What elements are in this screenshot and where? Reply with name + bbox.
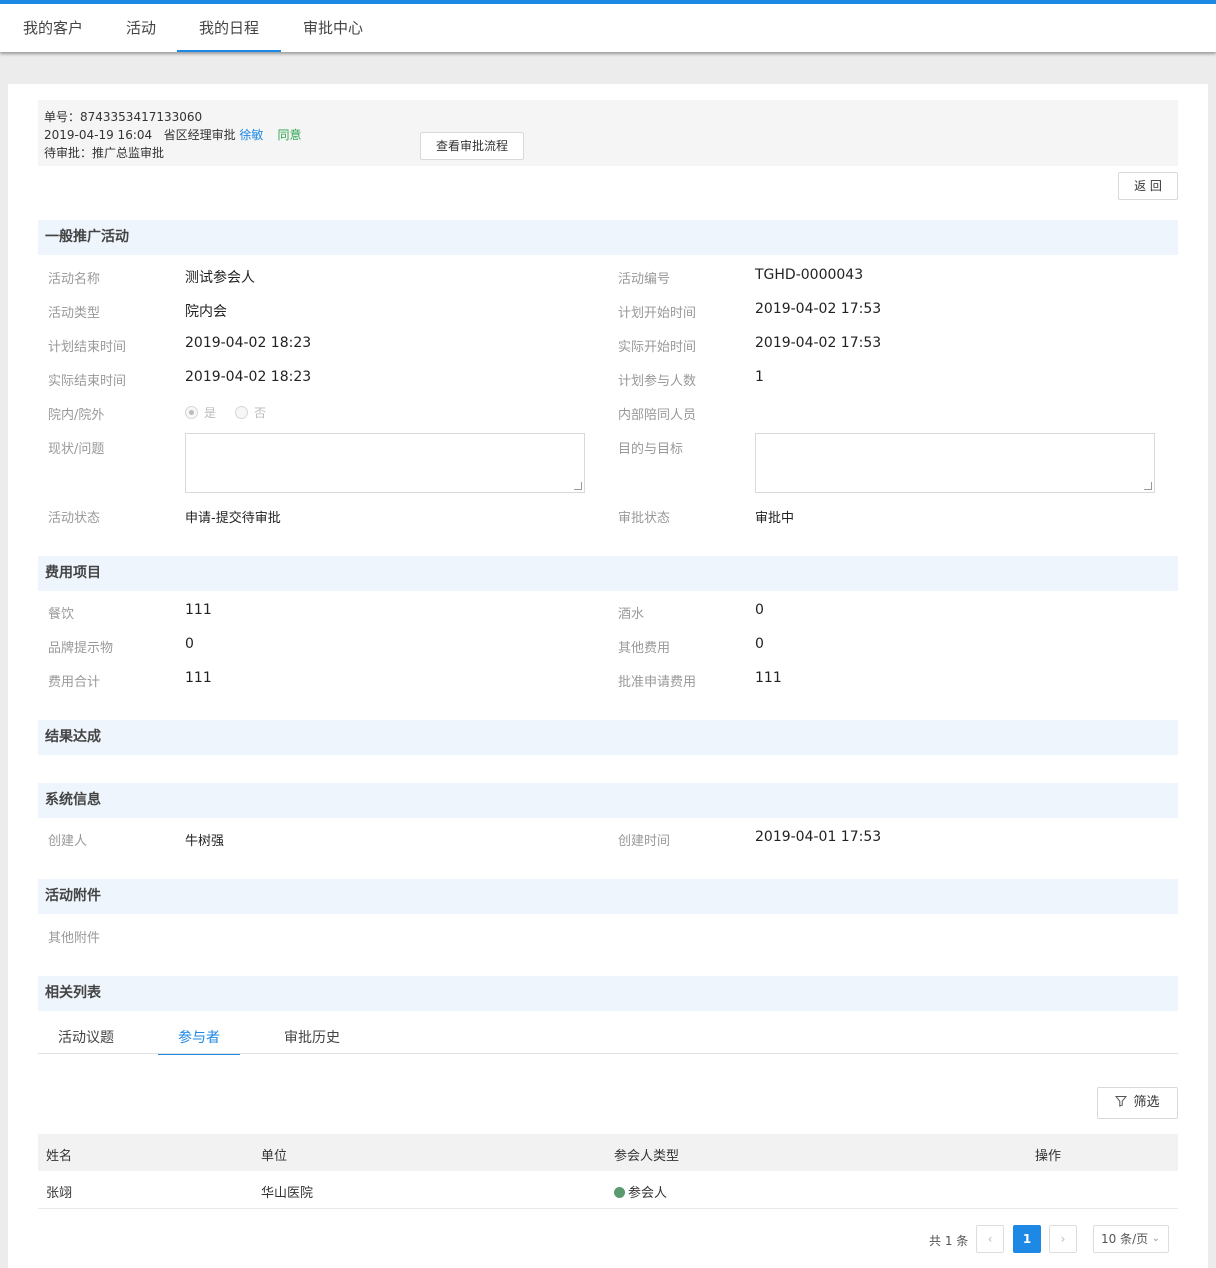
value-total-cost: 111 xyxy=(185,670,212,686)
view-approval-flow-button[interactable]: 查看审批流程 xyxy=(420,132,524,160)
approver-name[interactable]: 徐敏 xyxy=(239,128,263,142)
tab-participants[interactable]: 参与者 xyxy=(158,1027,240,1055)
label-drinks: 酒水 xyxy=(618,607,645,622)
table-row[interactable]: 张翊 华山医院 参会人 xyxy=(38,1171,1178,1209)
radio-yes-label: 是 xyxy=(204,406,217,420)
tab-approval-history[interactable]: 审批历史 xyxy=(274,1027,350,1055)
value-plan-count: 1 xyxy=(755,369,764,385)
radio-no-label: 否 xyxy=(254,406,267,420)
section-system: 系统信息 xyxy=(38,783,1178,818)
label-plan-end: 计划结束时间 xyxy=(48,340,127,355)
participants-table-header: 姓名 单位 参会人类型 操作 xyxy=(38,1134,1178,1171)
resize-grip-icon[interactable] xyxy=(574,482,582,490)
label-in-out: 院内/院外 xyxy=(48,408,105,423)
value-activity-code: TGHD-0000043 xyxy=(755,267,864,283)
value-created-time: 2019-04-01 17:53 xyxy=(755,829,882,845)
section-result: 结果达成 xyxy=(38,720,1178,755)
value-other-cost: 0 xyxy=(755,636,764,652)
back-button[interactable]: 返 回 xyxy=(1118,172,1178,200)
approval-step-line: 2019-04-19 16:04 省区经理审批 徐敏 同意 xyxy=(44,126,301,143)
tab-divider xyxy=(38,1053,1178,1054)
section-related: 相关列表 xyxy=(38,976,1178,1011)
chevron-down-icon: ⌄ xyxy=(1151,1233,1160,1244)
next-page-button[interactable]: › xyxy=(1049,1225,1077,1253)
section-attachments: 活动附件 xyxy=(38,879,1178,914)
cell-name: 张翊 xyxy=(46,1186,73,1201)
value-plan-end: 2019-04-02 18:23 xyxy=(185,335,312,351)
label-actual-start: 实际开始时间 xyxy=(618,340,697,355)
column-header-unit: 单位 xyxy=(261,1149,288,1164)
label-activity-status: 活动状态 xyxy=(48,511,101,526)
cell-unit: 华山医院 xyxy=(261,1186,314,1201)
approval-number: 单号：8743353417133060 xyxy=(44,110,203,124)
label-other-cost: 其他费用 xyxy=(618,641,671,656)
value-creator: 牛树强 xyxy=(185,834,225,849)
value-approved-cost: 111 xyxy=(755,670,782,686)
label-plan-count: 计划参与人数 xyxy=(618,374,697,389)
nav-tab-approval-center[interactable]: 审批中心 xyxy=(285,8,381,52)
nav-tab-customers[interactable]: 我的客户 xyxy=(4,8,102,52)
label-creator: 创建人 xyxy=(48,834,88,849)
status-dot-icon xyxy=(614,1187,625,1198)
tab-activity-topics[interactable]: 活动议题 xyxy=(48,1027,124,1055)
value-activity-name: 测试参会人 xyxy=(185,270,255,286)
value-activity-type: 院内会 xyxy=(185,304,227,320)
nav-tab-activities[interactable]: 活动 xyxy=(106,8,176,52)
radio-no[interactable] xyxy=(235,406,248,419)
nav-tab-my-schedule[interactable]: 我的日程 xyxy=(177,8,281,52)
value-actual-end: 2019-04-02 18:23 xyxy=(185,369,312,385)
page-size-label: 10 条/页 xyxy=(1101,1232,1149,1246)
filter-button[interactable]: 筛选 xyxy=(1097,1087,1178,1119)
section-general: 一般推广活动 xyxy=(38,220,1178,255)
value-drinks: 0 xyxy=(755,602,764,618)
label-activity-name: 活动名称 xyxy=(48,272,101,287)
value-approval-status: 审批中 xyxy=(755,511,795,526)
approval-info-box: 单号：8743353417133060 2019-04-19 16:04 省区经… xyxy=(38,100,1178,166)
resize-grip-icon[interactable] xyxy=(1144,482,1152,490)
filter-icon xyxy=(1115,1096,1128,1107)
value-activity-status: 申请-提交待审批 xyxy=(185,511,281,526)
label-actual-end: 实际结束时间 xyxy=(48,374,127,389)
label-status-quo: 现状/问题 xyxy=(48,442,105,457)
cell-type: 参会人 xyxy=(614,1182,667,1201)
detail-panel: 单号：8743353417133060 2019-04-19 16:04 省区经… xyxy=(8,84,1208,1268)
column-header-actions: 操作 xyxy=(1035,1149,1062,1164)
pagination-total: 共 1 条 xyxy=(929,1234,969,1248)
label-approved-cost: 批准申请费用 xyxy=(618,675,697,690)
radio-yes-option[interactable]: 是 xyxy=(185,404,216,421)
top-nav-bar: 我的客户 活动 我的日程 审批中心 xyxy=(0,0,1216,52)
approval-time-role: 2019-04-19 16:04 省区经理审批 xyxy=(44,128,236,142)
label-created-time: 创建时间 xyxy=(618,834,671,849)
label-other-attachments: 其他附件 xyxy=(48,931,101,946)
page-1-button[interactable]: 1 xyxy=(1013,1225,1041,1253)
cell-type-label: 参会人 xyxy=(628,1186,668,1201)
label-accompany: 内部陪同人员 xyxy=(618,408,697,423)
filter-button-label: 筛选 xyxy=(1133,1095,1160,1110)
prev-page-button[interactable]: ‹ xyxy=(976,1225,1004,1253)
label-meal: 餐饮 xyxy=(48,607,75,622)
label-plan-start: 计划开始时间 xyxy=(618,306,697,321)
value-brand: 0 xyxy=(185,636,194,652)
section-cost: 费用项目 xyxy=(38,556,1178,591)
approval-result: 同意 xyxy=(277,128,302,142)
label-activity-code: 活动编号 xyxy=(618,272,671,287)
label-approval-status: 审批状态 xyxy=(618,511,671,526)
value-meal: 111 xyxy=(185,602,212,618)
pending-approval: 待审批：推广总监审批 xyxy=(44,146,165,160)
value-actual-start: 2019-04-02 17:53 xyxy=(755,335,882,351)
label-brand: 品牌提示物 xyxy=(48,641,114,656)
goal-textarea[interactable] xyxy=(755,433,1155,493)
label-total-cost: 费用合计 xyxy=(48,675,101,690)
label-goal: 目的与目标 xyxy=(618,442,684,457)
value-plan-start: 2019-04-02 17:53 xyxy=(755,301,882,317)
column-header-name: 姓名 xyxy=(46,1149,73,1164)
column-header-type: 参会人类型 xyxy=(614,1149,680,1164)
label-activity-type: 活动类型 xyxy=(48,306,101,321)
radio-no-option[interactable]: 否 xyxy=(235,404,266,421)
page-size-select[interactable]: 10 条/页 ⌄ xyxy=(1093,1225,1169,1253)
radio-yes[interactable] xyxy=(185,406,198,419)
status-quo-textarea[interactable] xyxy=(185,433,585,493)
